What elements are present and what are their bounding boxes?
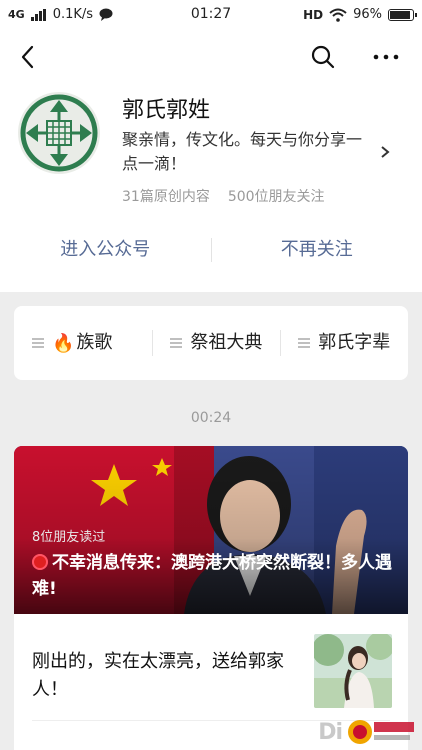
follower-count: 500位朋友关注 bbox=[227, 189, 325, 205]
account-profile: 郭氏郭姓 聚亲情，传文化。每天与你分享一点一滴！ 31篇原创内容 500位朋友关… bbox=[0, 82, 422, 292]
menu-item-label: 祭祖大典 bbox=[190, 332, 263, 353]
account-actions: 进入公众号 不再关注 bbox=[0, 230, 422, 270]
wifi-icon bbox=[329, 8, 347, 22]
cover-title-text: 不幸消息传来：澳跨港大桥突然断裂！多人遇难! bbox=[32, 553, 392, 599]
more-icon[interactable] bbox=[368, 42, 404, 72]
sub-article-title: 刚出的，实在太漂亮，送给郭家人！ bbox=[32, 651, 284, 700]
cover-article[interactable]: 8位朋友读过 不幸消息传来：澳跨港大桥突然断裂！多人遇难! bbox=[14, 446, 408, 614]
enter-account-button[interactable]: 进入公众号 bbox=[0, 230, 211, 270]
article-card: 8位朋友读过 不幸消息传来：澳跨港大桥突然断裂！多人遇难! 刚出的，实在太漂亮，… bbox=[14, 446, 408, 750]
battery-icon bbox=[388, 8, 417, 21]
custom-menu: 🔥 族歌 祭祖大典 郭氏字辈 bbox=[14, 306, 408, 380]
status-right: HD 96% bbox=[303, 7, 417, 22]
battery-percent: 96% bbox=[353, 7, 382, 22]
menu-item-generation-names[interactable]: 郭氏字辈 bbox=[280, 306, 408, 380]
nav-bar bbox=[0, 32, 422, 82]
search-icon[interactable] bbox=[308, 42, 338, 72]
menu-item-label: 族歌 bbox=[76, 332, 113, 353]
menu-lines-icon bbox=[298, 338, 311, 348]
cover-article-title: 不幸消息传来：澳跨港大桥突然断裂！多人遇难! bbox=[32, 550, 402, 602]
chevron-right-icon[interactable] bbox=[378, 142, 392, 162]
friends-read-count: 8位朋友读过 bbox=[32, 530, 106, 545]
account-description[interactable]: 聚亲情，传文化。每天与你分享一点一滴！ bbox=[122, 128, 372, 176]
watermark-text: Di bbox=[318, 719, 343, 745]
sub-article[interactable]: 刚出的，实在太漂亮，送给郭家人！ bbox=[14, 614, 408, 720]
account-stats: 31篇原创内容 500位朋友关注 bbox=[122, 186, 325, 206]
back-arrow-icon[interactable] bbox=[14, 42, 44, 72]
red-alert-icon bbox=[32, 554, 48, 570]
menu-item-clan-song[interactable]: 🔥 族歌 bbox=[14, 306, 152, 380]
menu-item-ancestor-ceremony[interactable]: 祭祖大典 bbox=[152, 306, 280, 380]
hd-badge: HD bbox=[303, 7, 324, 22]
account-name[interactable]: 郭氏郭姓 bbox=[122, 92, 210, 124]
clan-emblem-icon bbox=[20, 94, 98, 172]
menu-item-label: 郭氏字辈 bbox=[318, 332, 391, 353]
status-bar: 4G 0.1K/s 01:27 HD 96% bbox=[0, 0, 422, 32]
watermark: Di bbox=[292, 714, 422, 750]
sub-article-thumbnail bbox=[314, 634, 392, 708]
site-logo bbox=[348, 720, 414, 744]
fire-icon: 🔥 bbox=[52, 332, 75, 354]
original-count: 31篇原创内容 bbox=[122, 189, 210, 205]
unfollow-button[interactable]: 不再关注 bbox=[212, 230, 422, 270]
menu-lines-icon bbox=[170, 338, 183, 348]
message-time: 00:24 bbox=[190, 410, 232, 426]
menu-lines-icon bbox=[32, 338, 44, 348]
account-avatar[interactable] bbox=[18, 92, 100, 174]
